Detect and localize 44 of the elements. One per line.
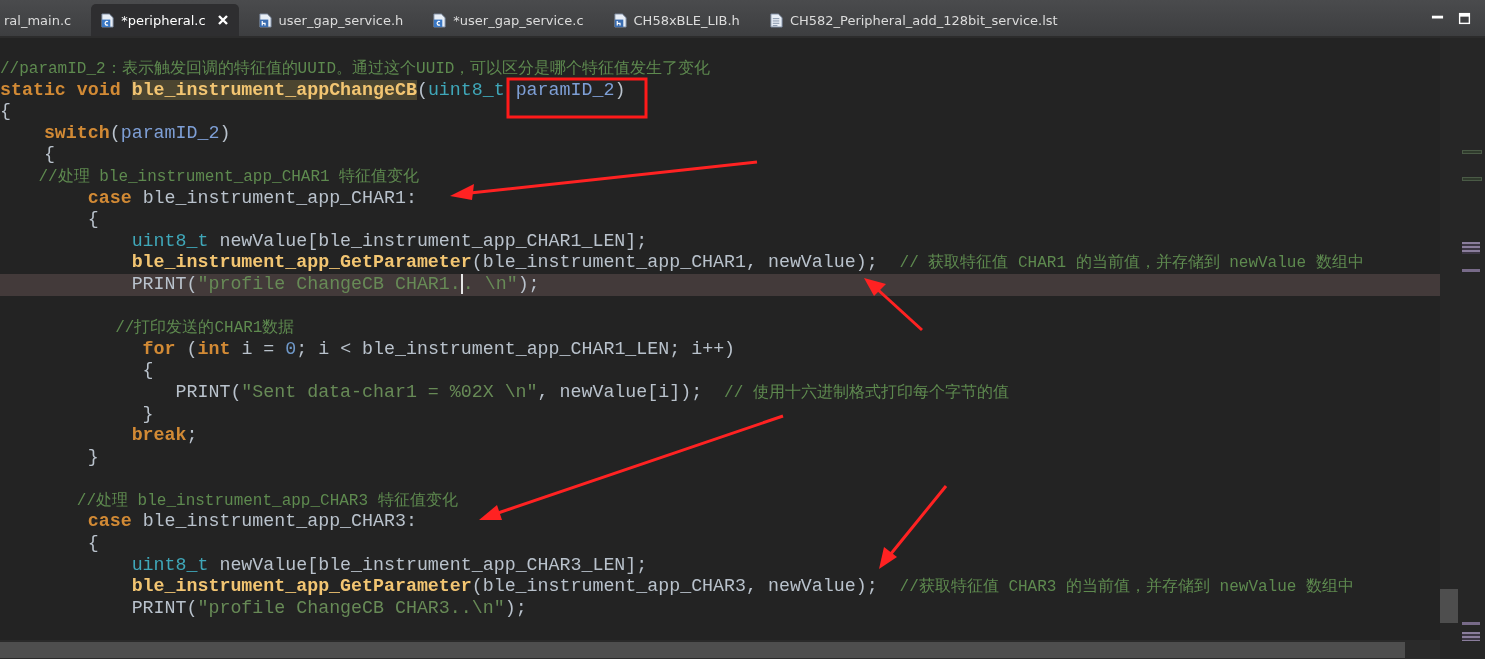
code-line: { bbox=[141, 360, 154, 382]
code-line: break; bbox=[130, 425, 198, 447]
scrollbar-thumb[interactable] bbox=[0, 642, 1405, 658]
close-icon[interactable] bbox=[216, 14, 229, 26]
scrollbar-thumb[interactable] bbox=[1440, 589, 1458, 623]
code-line: { bbox=[42, 144, 55, 166]
annotation-arrow bbox=[864, 278, 923, 332]
code-line: } bbox=[86, 446, 99, 469]
code-line: PRINT("Sent data-char1 = %02X \n", newValue[i]); // 使用十六进制格式打印每个字节的值 bbox=[174, 381, 1009, 404]
code-line: //打印发送的CHAR1数据 bbox=[114, 318, 295, 340]
editor-tab[interactable]: CH58xBLE_LIB.h bbox=[603, 4, 750, 36]
header-file-icon bbox=[258, 12, 272, 28]
code-line: { bbox=[86, 209, 99, 231]
code-line: ble_instrument_app_GetParameter(ble_instrument_app_CHAR1, newValue); // 获取特征值 CHAR1 的当前值，并存储到 newValue 数组中 bbox=[130, 252, 1364, 275]
code-line: { bbox=[86, 533, 99, 555]
code-line: uint8_t newValue[ble_instrument_app_CHAR1_LEN]; bbox=[130, 230, 648, 253]
ruler-mark[interactable] bbox=[1462, 150, 1482, 154]
code-line: //处理 ble_instrument_app_CHAR1 特征值变化 bbox=[37, 166, 420, 188]
code-line: //处理 ble_instrument_app_CHAR3 特征值变化 bbox=[75, 490, 458, 512]
header-file-icon bbox=[613, 12, 627, 28]
ruler-mark[interactable] bbox=[1462, 177, 1482, 181]
editor-tab[interactable]: CH582_Peripheral_add_128bit_service.lst bbox=[759, 4, 1068, 36]
code-line: switch(paramID_2) bbox=[42, 122, 231, 145]
code-line: ble_instrument_app_GetParameter(ble_instrument_app_CHAR3, newValue); //获取特征值 CHAR3 的当前值，并存储到 newValue 数组中 bbox=[130, 576, 1355, 599]
code-line: static void ble_instrument_appChangeCB(uint8_t paramID_2) bbox=[0, 79, 626, 102]
code-line: } bbox=[141, 403, 154, 426]
ruler-mark[interactable] bbox=[1462, 632, 1480, 641]
c-file-icon bbox=[433, 12, 447, 28]
code-line: case ble_instrument_app_CHAR1: bbox=[86, 187, 417, 210]
ruler-mark[interactable] bbox=[1462, 242, 1480, 254]
editor-tab[interactable]: ral_main.c bbox=[0, 4, 82, 36]
maximize-icon[interactable] bbox=[1458, 11, 1471, 25]
code-line: //paramID_2：表示触发回调的特征值的UUID。通过这个UUID，可以区分是哪个特征值发生了变化 bbox=[0, 58, 711, 80]
code-line: case ble_instrument_app_CHAR3: bbox=[86, 511, 417, 534]
code-line: { bbox=[0, 101, 11, 123]
code-line: PRINT("profile ChangeCB CHAR1.. \n"); bbox=[130, 273, 540, 296]
editor-tab[interactable]: user_gap_service.h bbox=[248, 4, 414, 36]
code-line: uint8_t newValue[ble_instrument_app_CHAR3_LEN]; bbox=[130, 554, 648, 577]
document-icon bbox=[769, 12, 783, 28]
code-line: PRINT("profile ChangeCB CHAR3..\n"); bbox=[130, 597, 527, 620]
editor-tab[interactable]: *user_gap_service.c bbox=[423, 4, 594, 36]
code-line: for (int i = 0; i < ble_instrument_app_CHAR1_LEN; i++) bbox=[141, 338, 736, 361]
editor-tab[interactable]: *peripheral.c bbox=[91, 4, 239, 36]
c-file-icon bbox=[101, 12, 115, 28]
